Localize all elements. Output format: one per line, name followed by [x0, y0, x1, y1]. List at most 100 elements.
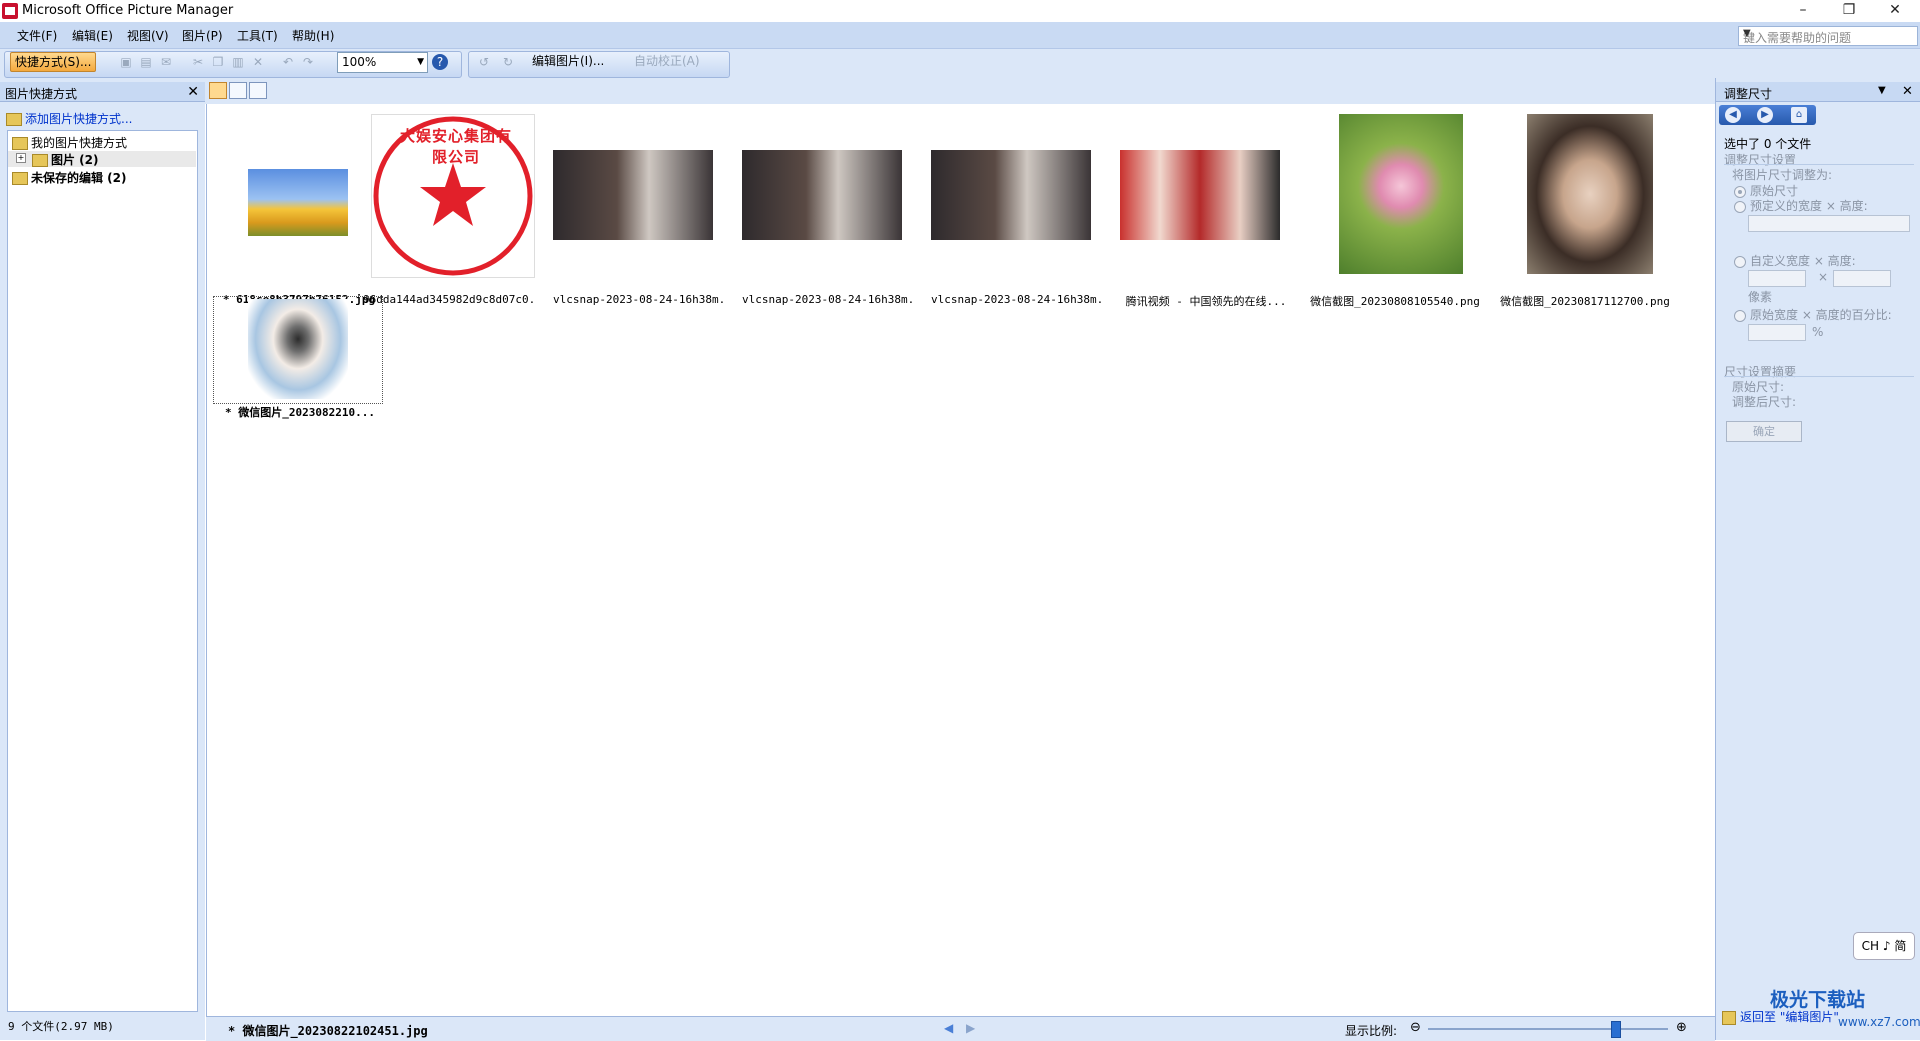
thumbnail-item[interactable]: vlcsnap-2023-08-24-16h38m...	[553, 114, 725, 306]
chevron-down-icon[interactable]: ▼	[1743, 28, 1914, 39]
thumbnail-item[interactable]: 微信截图_20230817112700.png	[1499, 114, 1670, 308]
percent-input[interactable]	[1748, 324, 1806, 341]
chevron-down-icon[interactable]: ▼	[1878, 85, 1886, 96]
expand-icon[interactable]: +	[16, 153, 26, 163]
seal-text: 大娱安心集团有限公司	[399, 127, 512, 166]
thumbnail-item[interactable]: vlcsnap-2023-08-24-16h38m...	[742, 114, 914, 306]
shortcut-button[interactable]: 快捷方式(S)...	[10, 52, 97, 72]
paste-icon[interactable]: ▥	[230, 54, 246, 70]
zoom-slider-track[interactable]	[1428, 1028, 1668, 1030]
thumbnail-item-selected[interactable]: * 微信图片_2023082210...	[213, 296, 383, 419]
custom-height-input[interactable]	[1833, 270, 1891, 287]
radio-percent[interactable]: 原始宽度 × 高度的百分比:	[1734, 306, 1892, 323]
shortcuts-pane-header: 图片快捷方式 ✕	[0, 82, 205, 102]
radio-icon[interactable]	[1734, 185, 1746, 198]
filmstrip-view-icon[interactable]	[229, 82, 247, 99]
email-icon[interactable]: ✉	[158, 54, 174, 70]
thumbnail-item[interactable]: vlcsnap-2023-08-24-16h38m...	[931, 114, 1103, 306]
radio-icon[interactable]	[1734, 255, 1746, 268]
shortcut-tree: 我的图片快捷方式 + 图片 (2) 未保存的编辑 (2)	[7, 130, 198, 1012]
status-bar: * 微信图片_20230822102451.jpg ◀ ▶ 显示比例: ⊖ ⊕	[206, 1016, 1715, 1041]
save-icon[interactable]: ▣	[118, 54, 134, 70]
task-pane-nav: ◀ ▶ ⌂	[1719, 105, 1816, 125]
copy-icon[interactable]: ❐	[210, 54, 226, 70]
ime-indicator[interactable]: CH ♪ 简	[1853, 932, 1915, 960]
print-icon[interactable]: ▤	[138, 54, 154, 70]
thumbnail-item[interactable]: 大娱安心集团有限公司 96dda144ad345982d9c8d07c0...	[363, 114, 535, 306]
thumbnail-caption: 微信截图_20230817112700.png	[1500, 295, 1670, 308]
rotate-right-icon[interactable]: ↻	[500, 54, 516, 70]
redo-icon[interactable]: ↷	[300, 54, 316, 70]
home-icon[interactable]: ⌂	[1791, 107, 1807, 123]
menu-tools[interactable]: 工具(T)	[237, 27, 278, 44]
percent-sign: %	[1812, 325, 1824, 339]
undo-icon[interactable]: ↶	[280, 54, 296, 70]
custom-width-input[interactable]	[1748, 270, 1806, 287]
zoom-in-icon[interactable]: ⊕	[1676, 1020, 1687, 1035]
menu-picture[interactable]: 图片(P)	[182, 27, 223, 44]
menu-view[interactable]: 视图(V)	[127, 27, 169, 44]
menu-help[interactable]: 帮助(H)	[292, 27, 334, 44]
zoom-out-icon[interactable]: ⊖	[1410, 1020, 1421, 1035]
thumbnail-item[interactable]: 腾讯视频 - 中国领先的在线...	[1120, 114, 1290, 308]
unsaved-edits-icon	[12, 172, 28, 185]
view-mode-bar	[205, 78, 1715, 104]
zoom-label: 显示比例:	[1345, 1024, 1398, 1038]
radio-predefined[interactable]: 预定义的宽度 × 高度:	[1734, 197, 1868, 214]
close-icon[interactable]: ✕	[187, 84, 199, 100]
ok-button[interactable]: 确定	[1726, 421, 1802, 442]
help-icon[interactable]: ?	[432, 54, 448, 70]
title-bar: Microsoft Office Picture Manager – ❐ ✕	[0, 0, 1920, 22]
folder-icon	[32, 154, 48, 167]
tree-item-unsaved[interactable]: 未保存的编辑 (2)	[12, 169, 127, 186]
pixels-label: 像素	[1748, 290, 1773, 304]
next-arrow-icon[interactable]: ▶	[966, 1021, 975, 1035]
zoom-select[interactable]: 100% ▼	[337, 52, 428, 73]
radio-custom[interactable]: 自定义宽度 × 高度:	[1734, 252, 1856, 269]
watermark-logo: 极光下载站	[1770, 989, 1866, 1011]
menu-file[interactable]: 文件(F)	[17, 27, 57, 44]
thumbnail-area: * 618ce8b3797b76152.jpg 大娱安心集团有限公司 96dda…	[206, 104, 1716, 1016]
task-pane-header: 调整尺寸 ▼ ✕	[1716, 82, 1920, 102]
shortcuts-pane: 图片快捷方式 ✕ 添加图片快捷方式... 我的图片快捷方式 + 图片 (2) 未…	[0, 78, 205, 1040]
times-sign: ×	[1818, 270, 1829, 284]
help-search-input[interactable]: 键入需要帮助的问题 ▼	[1738, 26, 1918, 46]
add-shortcut-link[interactable]: 添加图片快捷方式...	[6, 110, 132, 127]
thumbnail-item[interactable]: 微信截图_20230808105540.png	[1309, 114, 1480, 308]
auto-correct-button[interactable]: 自动校正(A)	[630, 52, 704, 70]
shortcuts-pane-title: 图片快捷方式	[5, 87, 78, 101]
cut-icon[interactable]: ✂	[190, 54, 206, 70]
app-icon[interactable]	[2, 3, 18, 19]
thumbnail-item[interactable]: * 618ce8b3797b76152.jpg	[213, 114, 383, 306]
restore-button[interactable]: ❐	[1826, 0, 1872, 22]
back-icon[interactable]: ◀	[1725, 107, 1741, 123]
thumbnail-caption: 腾讯视频 - 中国领先的在线...	[1125, 295, 1287, 308]
edit-picture-button[interactable]: 编辑图片(I)...	[528, 52, 608, 70]
edit-picture-icon	[1722, 1010, 1736, 1025]
thumbnail-view-icon[interactable]	[209, 82, 227, 99]
radio-icon[interactable]	[1734, 309, 1746, 322]
tree-root[interactable]: 我的图片快捷方式	[12, 134, 127, 151]
chevron-down-icon[interactable]: ▼	[417, 53, 424, 72]
tree-item-pictures[interactable]: + 图片 (2)	[8, 151, 196, 167]
thumbnail-caption: vlcsnap-2023-08-24-16h38m...	[931, 293, 1103, 306]
thumbnail-caption: 96dda144ad345982d9c8d07c0...	[363, 293, 535, 306]
zoom-value: 100%	[342, 55, 377, 69]
previous-arrow-icon[interactable]: ◀	[944, 1021, 953, 1035]
radio-icon[interactable]	[1734, 200, 1746, 213]
close-button[interactable]: ✕	[1872, 0, 1918, 22]
single-picture-view-icon[interactable]	[249, 82, 267, 99]
menu-edit[interactable]: 编辑(E)	[72, 27, 113, 44]
toolbar: 快捷方式(S)... ▣ ▤ ✉ ✂ ❐ ▥ ✕ ↶ ↷ 100% ▼ ? ↺ …	[0, 49, 1920, 79]
minimize-button[interactable]: –	[1780, 0, 1826, 22]
delete-icon[interactable]: ✕	[250, 54, 266, 70]
zoom-slider-thumb[interactable]	[1611, 1021, 1622, 1038]
thumbnail-image	[1527, 114, 1653, 274]
thumbnail-caption: * 微信图片_2023082210...	[225, 406, 375, 419]
rotate-left-icon[interactable]: ↺	[476, 54, 492, 70]
forward-icon[interactable]: ▶	[1757, 107, 1773, 123]
divider	[1724, 164, 1914, 165]
predefined-size-select[interactable]	[1748, 215, 1910, 232]
thumbnail-image	[248, 299, 348, 399]
close-icon[interactable]: ✕	[1902, 84, 1913, 99]
